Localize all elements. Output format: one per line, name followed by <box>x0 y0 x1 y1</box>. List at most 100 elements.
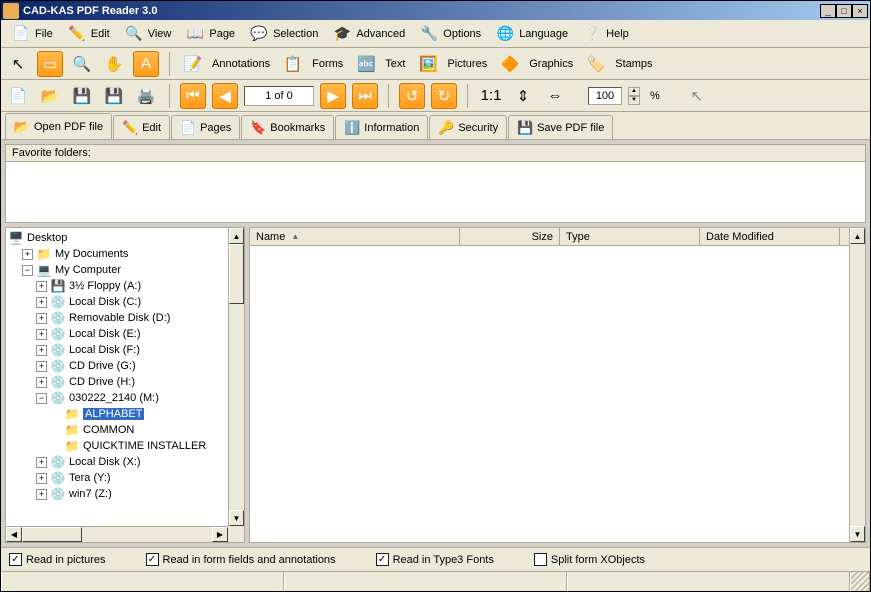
stamps-tool[interactable]: 🏷️ <box>583 51 609 77</box>
zoom-input[interactable] <box>588 87 622 105</box>
tree-vertical-scrollbar[interactable]: ▲ ▼ <box>228 228 244 526</box>
menu-file[interactable]: 📄File <box>5 22 59 46</box>
zoom-tool[interactable]: 🔍 <box>69 51 95 77</box>
check-read-in-pictures[interactable]: ✓Read in pictures <box>9 553 106 566</box>
tree-item[interactable]: −💻My Computer <box>8 262 242 278</box>
graphics-tool[interactable]: 🔶 <box>497 51 523 77</box>
file-list-body[interactable] <box>250 246 865 542</box>
checkbox-icon[interactable]: ✓ <box>146 553 159 566</box>
tree-toggle[interactable]: + <box>36 329 47 340</box>
tab-save-pdf-file[interactable]: 💾Save PDF file <box>508 115 613 139</box>
tree-toggle[interactable]: + <box>36 457 47 468</box>
minimize-button[interactable]: _ <box>820 4 836 18</box>
tree-item[interactable]: +💿Local Disk (X:) <box>8 454 242 470</box>
hscroll-thumb[interactable] <box>22 527 82 542</box>
open-file-button[interactable]: 📂 <box>37 83 63 109</box>
menu-view[interactable]: 🔍View <box>118 22 178 46</box>
menu-advanced[interactable]: 🎓Advanced <box>326 22 411 46</box>
scroll-up-button[interactable]: ▲ <box>229 228 244 244</box>
tree-item[interactable]: +💿CD Drive (G:) <box>8 358 242 374</box>
tree-toggle[interactable]: + <box>22 249 33 260</box>
next-page-button[interactable]: ▶ <box>320 83 346 109</box>
tree-item[interactable]: +💿Removable Disk (D:) <box>8 310 242 326</box>
pointer-tool[interactable]: ↖ <box>5 51 31 77</box>
text-tool[interactable]: A <box>133 51 159 77</box>
scroll-down-button[interactable]: ▼ <box>229 510 244 526</box>
tree-root[interactable]: 🖥️Desktop <box>8 230 242 246</box>
pictures-tool[interactable]: 🖼️ <box>415 51 441 77</box>
save-as-button[interactable]: 💾 <box>101 83 127 109</box>
tree-item[interactable]: +💿CD Drive (H:) <box>8 374 242 390</box>
tab-open-pdf-file[interactable]: 📂Open PDF file <box>5 113 112 139</box>
text-tool[interactable]: 🔤 <box>353 51 379 77</box>
tree-item[interactable]: 📁ALPHABET <box>8 406 242 422</box>
tree-toggle[interactable]: − <box>36 393 47 404</box>
checkbox-icon[interactable] <box>534 553 547 566</box>
page-indicator-input[interactable] <box>244 86 314 106</box>
tree-item[interactable]: +💿Local Disk (E:) <box>8 326 242 342</box>
rotate-right-button[interactable]: ↻ <box>431 83 457 109</box>
scroll-thumb[interactable] <box>229 244 244 304</box>
tree-toggle[interactable]: − <box>22 265 33 276</box>
hand-tool[interactable]: ✋ <box>101 51 127 77</box>
scroll-right-button[interactable]: ▶ <box>212 527 228 542</box>
maximize-button[interactable]: □ <box>836 4 852 18</box>
print-button[interactable]: 🖨️ <box>133 83 159 109</box>
tree-horizontal-scrollbar[interactable]: ◀ ▶ <box>6 526 228 542</box>
cursor-tool[interactable]: ↖ <box>684 83 710 109</box>
zoom-up-button[interactable]: ▲ <box>628 87 640 96</box>
rotate-left-button[interactable]: ↺ <box>399 83 425 109</box>
menu-options[interactable]: 🔧Options <box>413 22 487 46</box>
check-split-form-xobjects[interactable]: Split form XObjects <box>534 553 645 566</box>
tab-pages[interactable]: 📄Pages <box>171 115 240 139</box>
zoom-down-button[interactable]: ▼ <box>628 96 640 105</box>
tree-toggle[interactable]: + <box>36 281 47 292</box>
column-size[interactable]: Size <box>460 228 560 245</box>
tree-item[interactable]: +💿Local Disk (F:) <box>8 342 242 358</box>
checkbox-icon[interactable]: ✓ <box>376 553 389 566</box>
fit-width-button[interactable]: ⇔ <box>542 83 568 109</box>
last-page-button[interactable]: ⏭ <box>352 83 378 109</box>
tab-information[interactable]: ℹ️Information <box>335 115 428 139</box>
tree-item[interactable]: +💾3½ Floppy (A:) <box>8 278 242 294</box>
first-page-button[interactable]: ⏮ <box>180 83 206 109</box>
list-scroll-up-button[interactable]: ▲ <box>850 228 865 244</box>
column-type[interactable]: Type <box>560 228 700 245</box>
tree-toggle[interactable]: + <box>36 297 47 308</box>
tree-toggle[interactable]: + <box>36 489 47 500</box>
select-rect-tool[interactable]: ▭ <box>37 51 63 77</box>
favorite-folders-body[interactable] <box>6 162 865 222</box>
forms-tool[interactable]: 📋 <box>280 51 306 77</box>
tab-edit[interactable]: ✏️Edit <box>113 115 170 139</box>
tree-toggle[interactable]: + <box>36 313 47 324</box>
list-scroll-down-button[interactable]: ▼ <box>850 526 865 542</box>
check-read-in-form-fields-and-annotations[interactable]: ✓Read in form fields and annotations <box>146 553 336 566</box>
column-date-modified[interactable]: Date Modified <box>700 228 840 245</box>
tree-item[interactable]: −💿030222_2140 (M:) <box>8 390 242 406</box>
column-name[interactable]: Name▲ <box>250 228 460 245</box>
tree-item[interactable]: +💿win7 (Z:) <box>8 486 242 502</box>
resize-grip[interactable] <box>850 572 870 591</box>
tab-security[interactable]: 🔑Security <box>429 115 507 139</box>
tree-toggle[interactable]: + <box>36 377 47 388</box>
menu-page[interactable]: 📖Page <box>179 22 241 46</box>
tree-toggle[interactable]: + <box>36 361 47 372</box>
menu-language[interactable]: 🌐Language <box>489 22 574 46</box>
list-vertical-scrollbar[interactable]: ▲ ▼ <box>849 228 865 542</box>
new-file-button[interactable]: 📄 <box>5 83 31 109</box>
tree-item[interactable]: 📁QUICKTIME INSTALLER <box>8 438 242 454</box>
tree-item[interactable]: 📁COMMON <box>8 422 242 438</box>
tab-bookmarks[interactable]: 🔖Bookmarks <box>241 115 334 139</box>
check-read-in-type3-fonts[interactable]: ✓Read in Type3 Fonts <box>376 553 494 566</box>
tree-toggle[interactable]: + <box>36 473 47 484</box>
tree-item[interactable]: +💿Tera (Y:) <box>8 470 242 486</box>
menu-help[interactable]: ❔Help <box>576 22 635 46</box>
scroll-left-button[interactable]: ◀ <box>6 527 22 542</box>
menu-selection[interactable]: 💬Selection <box>243 22 324 46</box>
prev-page-button[interactable]: ◀ <box>212 83 238 109</box>
actual-size-button[interactable]: 1:1 <box>478 83 504 109</box>
save-button[interactable]: 💾 <box>69 83 95 109</box>
menu-edit[interactable]: ✏️Edit <box>61 22 116 46</box>
close-button[interactable]: × <box>852 4 868 18</box>
tree-toggle[interactable]: + <box>36 345 47 356</box>
